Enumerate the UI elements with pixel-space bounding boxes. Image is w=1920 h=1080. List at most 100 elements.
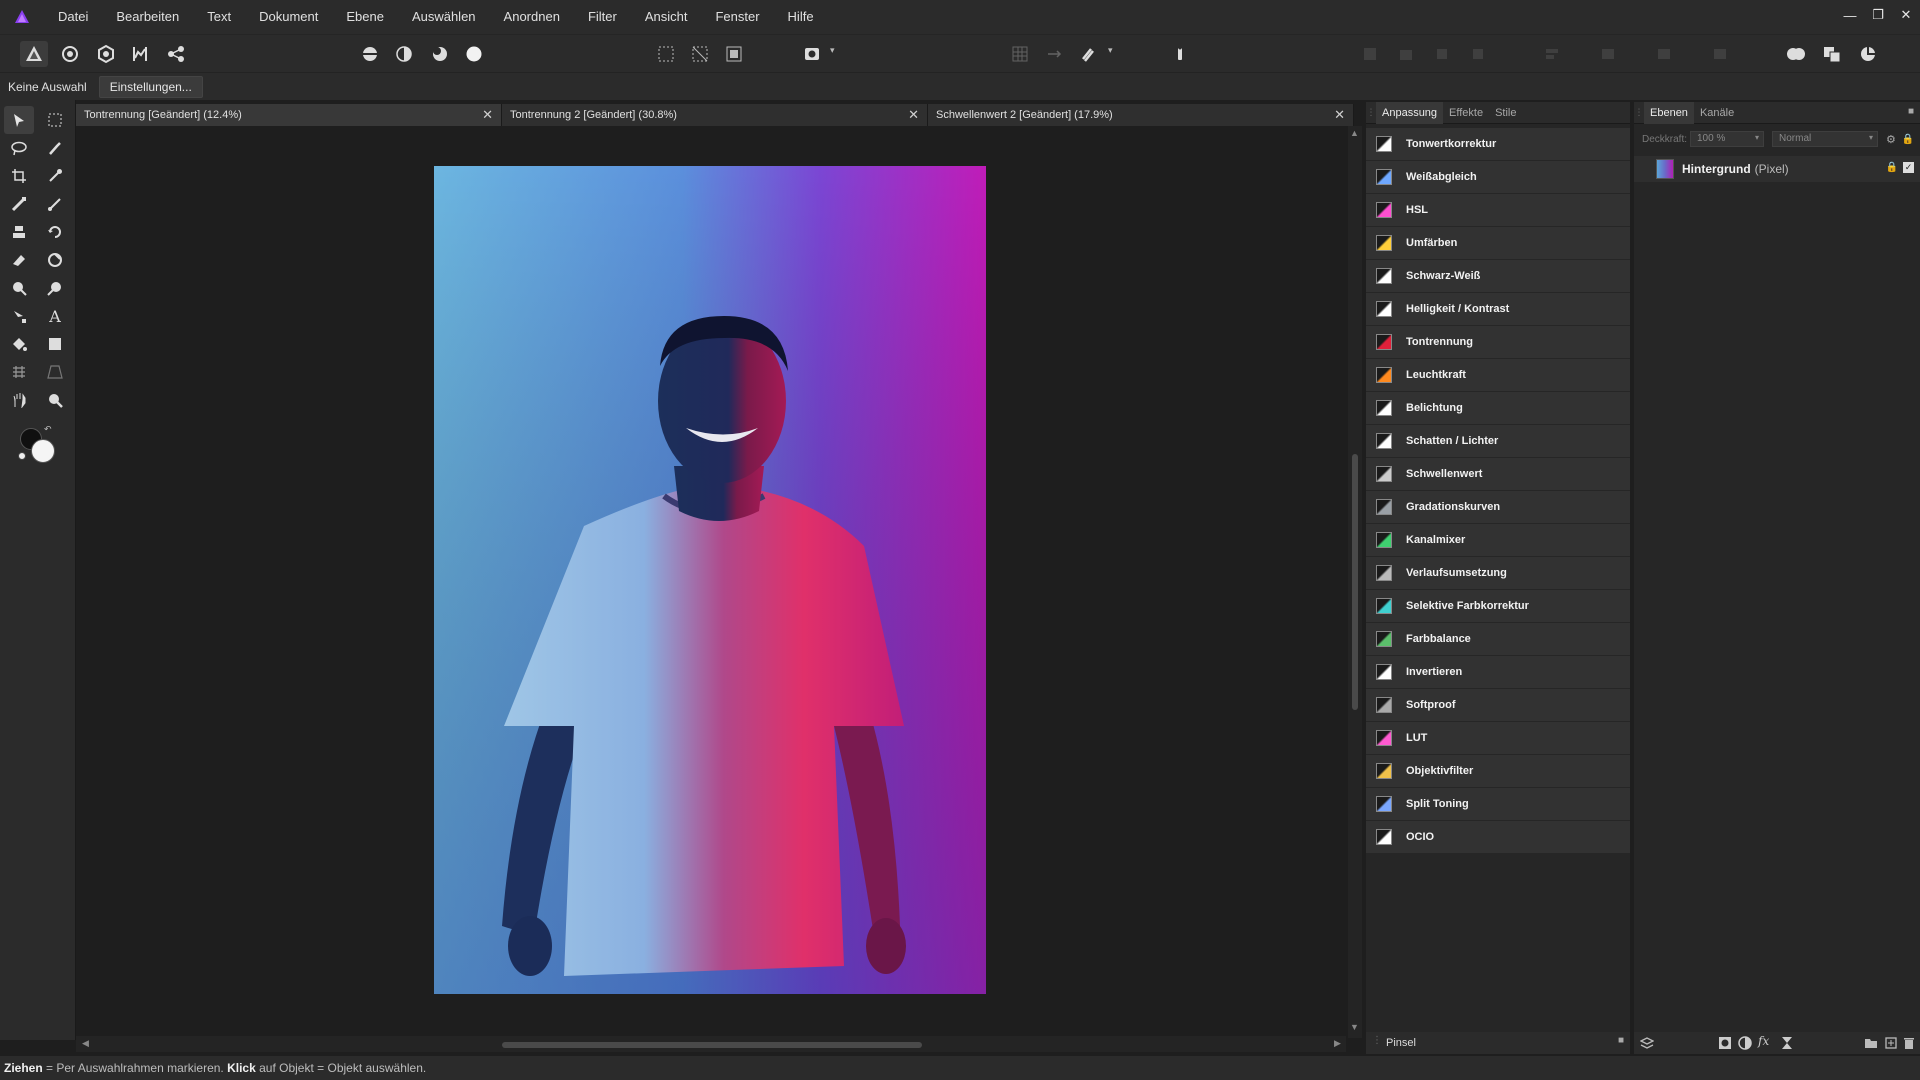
snapping-grid-icon[interactable] bbox=[1006, 41, 1034, 67]
tab-anpassung[interactable]: Anpassung bbox=[1376, 101, 1444, 124]
color-swatches[interactable]: ↶ bbox=[18, 424, 58, 466]
snapping-magnet-icon[interactable] bbox=[1074, 41, 1102, 67]
selection-brush-tool-icon[interactable] bbox=[40, 134, 70, 162]
panel-menu-icon[interactable]: ■ bbox=[1618, 1035, 1624, 1046]
swap-colors-icon[interactable]: ↶ bbox=[44, 424, 52, 435]
delete-layer-icon[interactable] bbox=[1902, 1036, 1916, 1050]
develop-persona-icon[interactable] bbox=[92, 41, 120, 67]
layer-visibility-checkbox[interactable]: ✓ bbox=[1903, 162, 1914, 173]
arrange-backward-icon[interactable] bbox=[1392, 41, 1420, 67]
move-to-icon[interactable] bbox=[1040, 41, 1068, 67]
menu-item-hilfe[interactable]: Hilfe bbox=[774, 0, 828, 34]
menu-item-bearbeiten[interactable]: Bearbeiten bbox=[102, 0, 193, 34]
lock-icon[interactable]: 🔒 bbox=[1902, 134, 1914, 145]
adjustment-item[interactable]: Schatten / Lichter bbox=[1366, 425, 1630, 458]
zoom-tool-icon[interactable] bbox=[40, 386, 70, 414]
fx-icon[interactable]: fx bbox=[1758, 1034, 1772, 1048]
adjustment-item[interactable]: Gradationskurven bbox=[1366, 491, 1630, 524]
deselect-icon[interactable] bbox=[686, 41, 714, 67]
node-tool-icon[interactable] bbox=[4, 302, 34, 330]
brushes-panel-tab[interactable]: Pinsel bbox=[1386, 1037, 1416, 1049]
perspective-tool-icon[interactable] bbox=[40, 358, 70, 386]
clone-brush-tool-icon[interactable] bbox=[4, 218, 34, 246]
arrange-forward-icon[interactable] bbox=[1428, 41, 1456, 67]
layer-row[interactable]: Hintergrund (Pixel) 🔒 ✓ bbox=[1634, 156, 1920, 182]
add-live-filter-icon[interactable] bbox=[1780, 1036, 1794, 1050]
adjustment-item[interactable]: Tonwertkorrektur bbox=[1366, 128, 1630, 161]
adjustment-item[interactable]: Belichtung bbox=[1366, 392, 1630, 425]
auto-colors-icon[interactable] bbox=[426, 41, 454, 67]
restore-icon[interactable]: ❐ bbox=[1864, 0, 1892, 30]
tab-schwellenwert-2[interactable]: Schwellenwert 2 [Geändert] (17.9%) ✕ bbox=[928, 104, 1354, 126]
arrange-back-icon[interactable] bbox=[1356, 41, 1384, 67]
add-mask-icon[interactable] bbox=[1718, 1036, 1732, 1050]
rectangle-tool-icon[interactable] bbox=[40, 330, 70, 358]
select-all-icon[interactable] bbox=[652, 41, 680, 67]
settings-button[interactable]: Einstellungen... bbox=[98, 75, 203, 98]
align-icon[interactable] bbox=[1538, 41, 1566, 67]
affinity-photo-logo-icon[interactable] bbox=[0, 0, 44, 34]
paint-brush-tool-icon[interactable] bbox=[4, 190, 34, 218]
blend-mode-select[interactable]: Normal ▾ bbox=[1772, 131, 1878, 147]
menu-item-auswählen[interactable]: Auswählen bbox=[398, 0, 490, 34]
adjustment-item[interactable]: Tontrennung bbox=[1366, 326, 1630, 359]
blur-brush-tool-icon[interactable] bbox=[40, 274, 70, 302]
flip-vertical-icon[interactable] bbox=[1650, 41, 1678, 67]
add-group-icon[interactable] bbox=[1864, 1036, 1878, 1050]
boolean-subtract-icon[interactable] bbox=[1818, 41, 1846, 67]
view-tool-icon[interactable] bbox=[4, 386, 34, 414]
layer-lock-icon[interactable]: 🔒 bbox=[1886, 162, 1898, 173]
menu-item-datei[interactable]: Datei bbox=[44, 0, 102, 34]
adjustment-item[interactable]: HSL bbox=[1366, 194, 1630, 227]
minimize-icon[interactable]: — bbox=[1836, 0, 1864, 30]
dodge-brush-tool-icon[interactable] bbox=[4, 274, 34, 302]
layer-stack-icon[interactable] bbox=[1640, 1036, 1654, 1050]
erase-brush-tool-icon[interactable] bbox=[4, 246, 34, 274]
crop-tool-icon[interactable] bbox=[4, 162, 34, 190]
panel-grip-icon[interactable]: ⋮ bbox=[1372, 1035, 1382, 1046]
panel-grip-icon[interactable]: ⋮ bbox=[1366, 102, 1376, 124]
auto-levels-icon[interactable] bbox=[356, 41, 384, 67]
horizontal-scrollbar-thumb[interactable] bbox=[502, 1042, 922, 1048]
snapping-dropdown-icon[interactable]: ▾ bbox=[1108, 45, 1118, 63]
auto-white-balance-icon[interactable] bbox=[460, 41, 488, 67]
quick-mask-dropdown-icon[interactable]: ▾ bbox=[830, 45, 840, 63]
close-tab-icon[interactable]: ✕ bbox=[482, 107, 493, 123]
fill-tool-icon[interactable] bbox=[4, 330, 34, 358]
assistant-icon[interactable] bbox=[1166, 41, 1194, 67]
adjustment-item[interactable]: Weißabgleich bbox=[1366, 161, 1630, 194]
tab-kanaele[interactable]: Kanäle bbox=[1694, 102, 1740, 124]
adjustment-item[interactable]: Softproof bbox=[1366, 689, 1630, 722]
menu-item-fenster[interactable]: Fenster bbox=[701, 0, 773, 34]
adjustment-item[interactable]: Split Toning bbox=[1366, 788, 1630, 821]
tab-stile[interactable]: Stile bbox=[1489, 102, 1522, 124]
secondary-color-swatch[interactable] bbox=[31, 439, 55, 463]
menu-item-ebene[interactable]: Ebene bbox=[332, 0, 398, 34]
panel-menu-icon[interactable]: ■ bbox=[1908, 106, 1914, 117]
color-picker-tool-icon[interactable] bbox=[40, 162, 70, 190]
menu-item-anordnen[interactable]: Anordnen bbox=[490, 0, 574, 34]
invert-selection-icon[interactable] bbox=[720, 41, 748, 67]
menu-item-dokument[interactable]: Dokument bbox=[245, 0, 332, 34]
rectangular-marquee-tool-icon[interactable] bbox=[40, 106, 70, 134]
adjustment-item[interactable]: Helligkeit / Kontrast bbox=[1366, 293, 1630, 326]
scroll-down-icon[interactable]: ▼ bbox=[1350, 1022, 1359, 1032]
photo-persona-icon[interactable] bbox=[20, 41, 48, 67]
document-photo[interactable] bbox=[434, 166, 986, 994]
export-persona-icon[interactable] bbox=[162, 41, 190, 67]
tone-mapping-persona-icon[interactable] bbox=[126, 41, 154, 67]
rotate-icon[interactable] bbox=[1706, 41, 1734, 67]
flip-horizontal-icon[interactable] bbox=[1594, 41, 1622, 67]
tab-effekte[interactable]: Effekte bbox=[1443, 102, 1489, 124]
move-tool-icon[interactable] bbox=[4, 106, 34, 134]
tab-ebenen[interactable]: Ebenen bbox=[1644, 101, 1694, 124]
liquify-persona-icon[interactable] bbox=[56, 41, 84, 67]
adjustment-item[interactable]: Schwarz-Weiß bbox=[1366, 260, 1630, 293]
reset-colors-icon[interactable] bbox=[18, 452, 26, 460]
adjustment-item[interactable]: Objektivfilter bbox=[1366, 755, 1630, 788]
add-pixel-layer-icon[interactable] bbox=[1884, 1036, 1898, 1050]
tab-tontrennung-2[interactable]: Tontrennung 2 [Geändert] (30.8%) ✕ bbox=[502, 104, 928, 126]
boolean-intersect-icon[interactable] bbox=[1854, 41, 1882, 67]
arrange-front-icon[interactable] bbox=[1464, 41, 1492, 67]
artistic-text-tool-icon[interactable]: A bbox=[40, 302, 70, 330]
